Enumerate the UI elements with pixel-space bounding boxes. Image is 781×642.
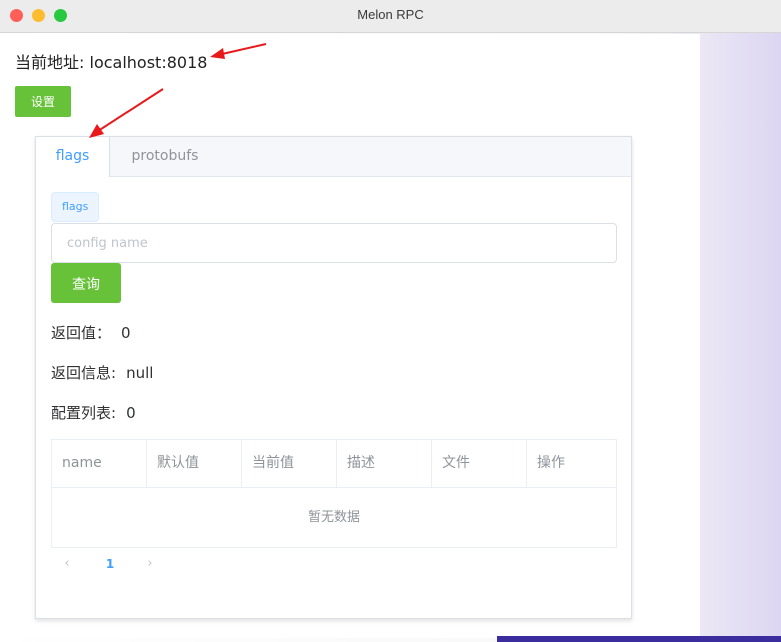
return-value: 0: [121, 324, 131, 342]
table-empty-text: 暂无数据: [307, 510, 360, 525]
chevron-left-icon[interactable]: ‹: [53, 552, 81, 576]
window-titlebar: Melon RPC: [0, 0, 781, 33]
column-header-description[interactable]: 描述: [337, 440, 432, 487]
desktop-strip: [497, 636, 781, 642]
current-address: 当前地址: localhost:8018: [15, 49, 207, 73]
return-value-row: 返回值： 0: [51, 322, 131, 343]
config-table: name 默认值 当前值 描述 文件 操作 暂无数据: [51, 439, 617, 548]
config-list-label: 配置列表:: [51, 404, 117, 422]
config-list-row: 配置列表: 0: [51, 402, 136, 423]
page-number[interactable]: 1: [96, 552, 124, 576]
column-header-name[interactable]: name: [52, 440, 147, 487]
column-header-actions[interactable]: 操作: [527, 440, 616, 487]
config-name-input[interactable]: [51, 223, 617, 263]
flags-tag: flags: [51, 192, 100, 222]
table-header: name 默认值 当前值 描述 文件 操作: [52, 440, 616, 488]
chevron-right-icon[interactable]: ›: [136, 552, 164, 576]
query-button[interactable]: 查询: [51, 263, 121, 303]
tab-flags[interactable]: flags: [36, 137, 110, 177]
return-message-row: 返回信息: null: [51, 362, 153, 383]
tab-bar: flags protobufs: [36, 137, 631, 177]
return-message-label: 返回信息:: [51, 364, 117, 382]
column-header-current[interactable]: 当前值: [242, 440, 337, 487]
return-value-label: 返回值：: [51, 324, 112, 342]
main-panel: flags protobufs flags 查询 返回值： 0 返回信息: null…: [35, 136, 632, 619]
config-list-count: 0: [126, 404, 136, 422]
column-header-file[interactable]: 文件: [432, 440, 527, 487]
settings-button[interactable]: 设置: [15, 86, 71, 117]
address-label: 当前地址:: [15, 53, 85, 72]
column-header-default[interactable]: 默认值: [147, 440, 242, 487]
return-message: null: [126, 364, 154, 382]
window-title: Melon RPC: [357, 7, 424, 22]
address-value: localhost:8018: [89, 53, 208, 72]
tab-protobufs[interactable]: protobufs: [110, 137, 220, 177]
